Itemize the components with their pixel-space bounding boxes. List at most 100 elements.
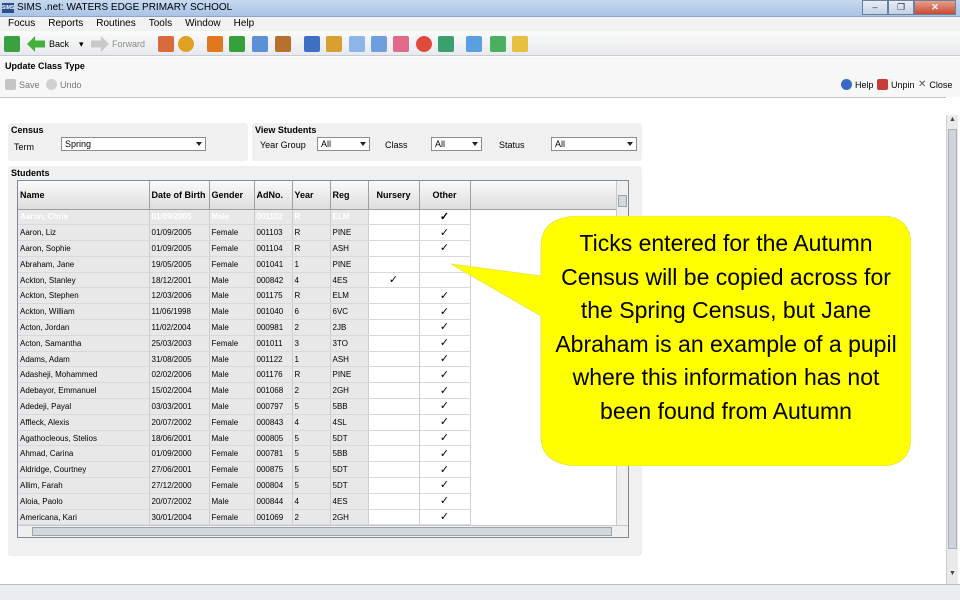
- staff-icon[interactable]: [275, 36, 291, 52]
- restore-button[interactable]: ❐: [888, 0, 914, 15]
- cell-name[interactable]: Allim, Farah: [18, 477, 150, 494]
- cell-dob[interactable]: 31/08/2005: [149, 351, 210, 368]
- cell-year[interactable]: 5: [292, 445, 331, 463]
- export-icon[interactable]: [466, 36, 482, 52]
- cell-gender[interactable]: Male: [209, 351, 255, 368]
- cell-year[interactable]: 1: [292, 256, 331, 273]
- cell-other[interactable]: ✓: [419, 509, 471, 526]
- cell-dob[interactable]: 27/06/2001: [149, 461, 210, 479]
- cell-name[interactable]: Ahmad, Carina: [18, 445, 150, 463]
- cell-gender[interactable]: Male: [209, 366, 255, 384]
- cell-adno[interactable]: 000842: [254, 272, 293, 289]
- cell-reg[interactable]: 6VC: [330, 303, 369, 321]
- cell-reg[interactable]: ELM: [330, 209, 369, 226]
- cell-adno[interactable]: 000843: [254, 414, 293, 431]
- cell-adno[interactable]: 000805: [254, 430, 293, 447]
- menu-routines[interactable]: Routines: [91, 17, 140, 31]
- cell-nursery[interactable]: [368, 335, 420, 352]
- cell-year[interactable]: 1: [292, 351, 331, 368]
- people-icon[interactable]: [158, 36, 174, 52]
- cell-nursery[interactable]: [368, 509, 420, 526]
- cell-nursery[interactable]: [368, 461, 420, 479]
- grid-hscroll-thumb[interactable]: [32, 527, 612, 536]
- cell-dob[interactable]: 18/12/2001: [149, 272, 210, 289]
- cell-dob[interactable]: 20/07/2002: [149, 493, 210, 510]
- class-select[interactable]: All: [431, 137, 482, 151]
- menu-help[interactable]: Help: [229, 17, 260, 31]
- cell-reg[interactable]: ELM: [330, 287, 369, 305]
- cell-reg[interactable]: 2JB: [330, 319, 369, 336]
- cell-other[interactable]: ✓: [419, 493, 471, 510]
- cell-dob[interactable]: 11/02/2004: [149, 319, 210, 336]
- cell-name[interactable]: Americana, Kari: [18, 509, 150, 526]
- cell-year[interactable]: R: [292, 209, 331, 226]
- cell-year[interactable]: 5: [292, 477, 331, 494]
- cell-reg[interactable]: 5DT: [330, 477, 369, 494]
- cell-year[interactable]: 5: [292, 398, 331, 415]
- cell-gender[interactable]: Female: [209, 509, 255, 526]
- cell-adno[interactable]: 000844: [254, 493, 293, 510]
- cell-other[interactable]: ✓: [419, 477, 471, 494]
- cell-adno[interactable]: 000797: [254, 398, 293, 415]
- cell-nursery[interactable]: [368, 430, 420, 447]
- cell-reg[interactable]: 5DT: [330, 461, 369, 479]
- menu-window[interactable]: Window: [180, 17, 226, 31]
- report-icon[interactable]: [438, 36, 454, 52]
- year-group-select[interactable]: All: [317, 137, 370, 151]
- table-row[interactable]: Americana, Kari 30/01/2004 Female 001069 2 2G…: [18, 509, 616, 526]
- cell-dob[interactable]: 18/06/2001: [149, 430, 210, 447]
- cell-reg[interactable]: 5BB: [330, 445, 369, 463]
- cell-name[interactable]: Acton, Samantha: [18, 335, 150, 352]
- cell-gender[interactable]: Female: [209, 224, 255, 242]
- cell-year[interactable]: R: [292, 287, 331, 305]
- cell-nursery[interactable]: ✓: [368, 272, 420, 289]
- notes-icon[interactable]: [371, 36, 387, 52]
- back-arrow-icon[interactable]: [27, 36, 45, 52]
- table-row[interactable]: Allim, Farah 27/12/2000 Female 000804 5 5DT ✓: [18, 477, 616, 494]
- menu-reports[interactable]: Reports: [43, 17, 88, 31]
- term-select[interactable]: Spring: [61, 137, 206, 151]
- column-header-name[interactable]: Name: [18, 181, 150, 210]
- cell-reg[interactable]: 2GH: [330, 382, 369, 400]
- folder-icon[interactable]: [512, 36, 528, 52]
- cell-reg[interactable]: 3TO: [330, 335, 369, 352]
- cell-gender[interactable]: Female: [209, 335, 255, 352]
- column-header-gender[interactable]: Gender: [209, 181, 255, 210]
- cell-name[interactable]: Adasheji, Mohammed: [18, 366, 150, 384]
- undo-button[interactable]: Undo: [46, 79, 82, 90]
- cell-name[interactable]: Aldridge, Courtney: [18, 461, 150, 479]
- cell-nursery[interactable]: [368, 287, 420, 305]
- cell-year[interactable]: 2: [292, 509, 331, 526]
- cell-gender[interactable]: Female: [209, 461, 255, 479]
- pupil-icon[interactable]: [178, 36, 194, 52]
- import-icon[interactable]: [490, 36, 506, 52]
- scroll-down-icon[interactable]: ▼: [947, 570, 958, 582]
- cell-adno[interactable]: 001103: [254, 224, 293, 242]
- cell-dob[interactable]: 01/09/2005: [149, 224, 210, 242]
- cell-gender[interactable]: Male: [209, 382, 255, 400]
- cell-year[interactable]: R: [292, 366, 331, 384]
- cell-dob[interactable]: 01/09/2000: [149, 445, 210, 463]
- cell-adno[interactable]: 001069: [254, 509, 293, 526]
- book-icon[interactable]: [207, 36, 223, 52]
- refresh-icon[interactable]: [4, 36, 20, 52]
- cell-adno[interactable]: 001104: [254, 240, 293, 257]
- cell-gender[interactable]: Male: [209, 209, 255, 226]
- cell-reg[interactable]: 4SL: [330, 414, 369, 431]
- cell-gender[interactable]: Male: [209, 398, 255, 415]
- cell-name[interactable]: Acton, Jordan: [18, 319, 150, 336]
- cell-gender[interactable]: Female: [209, 414, 255, 431]
- cell-year[interactable]: R: [292, 240, 331, 257]
- cell-year[interactable]: 2: [292, 319, 331, 336]
- cell-year[interactable]: 4: [292, 493, 331, 510]
- cell-reg[interactable]: 5DT: [330, 430, 369, 447]
- cell-name[interactable]: Ackton, William: [18, 303, 150, 321]
- cell-name[interactable]: Agathocleous, Stelios: [18, 430, 150, 447]
- forward-button[interactable]: Forward: [112, 39, 145, 49]
- clock-icon[interactable]: [416, 36, 432, 52]
- grid-horizontal-scrollbar[interactable]: [18, 525, 628, 537]
- cell-gender[interactable]: Male: [209, 272, 255, 289]
- status-select[interactable]: All: [551, 137, 637, 151]
- scroll-up-icon[interactable]: ▲: [947, 116, 958, 128]
- cell-name[interactable]: Aloia, Paolo: [18, 493, 150, 510]
